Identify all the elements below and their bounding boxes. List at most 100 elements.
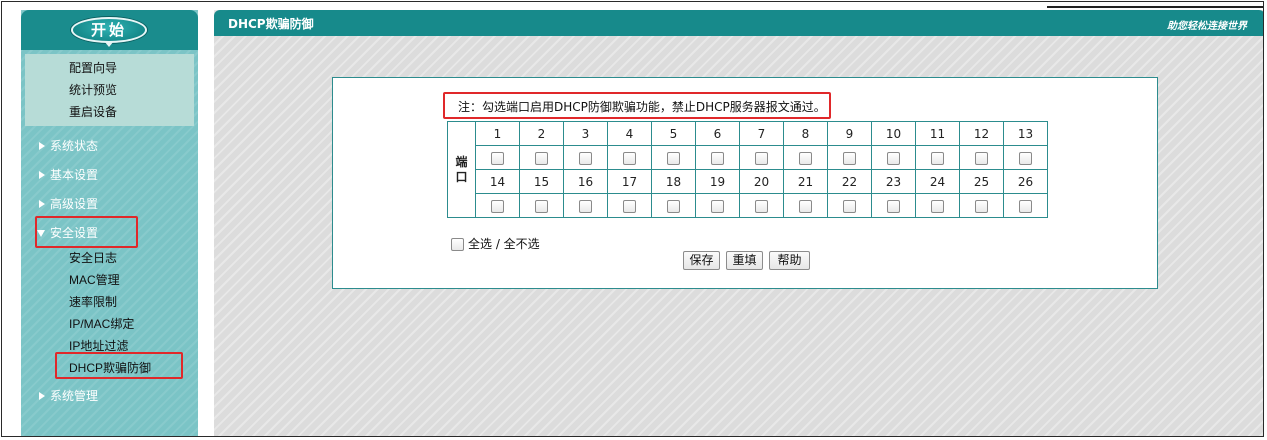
port-9-checkbox[interactable] bbox=[843, 151, 856, 165]
nav-item-status[interactable]: 系统状态 bbox=[39, 138, 98, 154]
port-checkbox-row bbox=[448, 145, 1048, 170]
select-all-label: 全选 / 全不选 bbox=[468, 237, 540, 251]
port-cell bbox=[871, 145, 916, 170]
expand-triangle-icon bbox=[39, 392, 45, 400]
nav-item-label: 高级设置 bbox=[50, 197, 99, 211]
port-number: 22 bbox=[827, 169, 872, 194]
nav-item-advanced[interactable]: 高级设置 bbox=[39, 196, 99, 212]
port-number: 6 bbox=[695, 121, 740, 146]
port-number: 19 bbox=[695, 169, 740, 194]
quick-item-reboot[interactable]: 重启设备 bbox=[69, 104, 117, 120]
nav-item-basic[interactable]: 基本设置 bbox=[39, 167, 99, 183]
settings-panel: 注：勾选端口启用DHCP防御欺骗功能，禁止DHCP服务器报文通过。 端口 1 2… bbox=[332, 77, 1158, 289]
port-18-checkbox[interactable] bbox=[667, 199, 680, 213]
highlight-box bbox=[55, 352, 183, 379]
save-button[interactable]: 保存 bbox=[683, 251, 720, 270]
sub-item-mac[interactable]: MAC管理 bbox=[69, 272, 120, 288]
port-14-checkbox[interactable] bbox=[491, 199, 504, 213]
port-cell bbox=[1003, 193, 1048, 218]
port-4-checkbox[interactable] bbox=[623, 151, 636, 165]
sidebar: 开始 配置向导 统计预览 重启设备 系统状态 基本设置 高级设置 安全设置 安全… bbox=[21, 10, 198, 436]
port-number: 5 bbox=[651, 121, 696, 146]
port-22-checkbox[interactable] bbox=[843, 199, 856, 213]
port-number: 25 bbox=[959, 169, 1004, 194]
port-cell bbox=[563, 145, 608, 170]
port-checkbox-row bbox=[448, 193, 1048, 218]
port-21-checkbox[interactable] bbox=[799, 199, 812, 213]
port-16-checkbox[interactable] bbox=[579, 199, 592, 213]
start-button[interactable]: 开始 bbox=[71, 17, 147, 43]
port-cell bbox=[651, 145, 696, 170]
port-number-row: 端口 1 2 3 4 5 6 7 8 9 10 11 12 13 bbox=[447, 121, 1048, 218]
quick-item-stats[interactable]: 统计预览 bbox=[69, 82, 117, 98]
port-cell bbox=[475, 193, 520, 218]
nav-item-system[interactable]: 系统管理 bbox=[39, 388, 99, 404]
main-header: DHCP欺骗防御 助您轻松连接世界 bbox=[214, 10, 1263, 36]
port-17-checkbox[interactable] bbox=[623, 199, 636, 213]
nav-item-label: 基本设置 bbox=[50, 168, 99, 182]
expand-triangle-icon bbox=[39, 171, 45, 179]
quick-menu: 配置向导 统计预览 重启设备 bbox=[25, 54, 194, 126]
port-23-checkbox[interactable] bbox=[887, 199, 900, 213]
port-15-checkbox[interactable] bbox=[535, 199, 548, 213]
sub-item-rate-limit[interactable]: 速率限制 bbox=[69, 294, 117, 310]
help-button[interactable]: 帮助 bbox=[769, 251, 810, 270]
port-number: 10 bbox=[871, 121, 916, 146]
port-cell bbox=[959, 145, 1004, 170]
highlight-box bbox=[443, 92, 831, 119]
port-cell bbox=[695, 193, 740, 218]
page-title: DHCP欺骗防御 bbox=[228, 17, 314, 31]
highlight-box bbox=[35, 216, 138, 248]
port-number: 12 bbox=[959, 121, 1004, 146]
port-number: 11 bbox=[915, 121, 960, 146]
port-number: 20 bbox=[739, 169, 784, 194]
main-content: DHCP欺骗防御 助您轻松连接世界 注：勾选端口启用DHCP防御欺骗功能，禁止D… bbox=[214, 10, 1263, 436]
port-number: 15 bbox=[519, 169, 564, 194]
port-cell bbox=[783, 193, 828, 218]
port-label-text: 端口 bbox=[455, 154, 468, 184]
port-cell bbox=[563, 193, 608, 218]
port-number: 26 bbox=[1003, 169, 1048, 194]
port-cell bbox=[475, 145, 520, 170]
port-cell bbox=[695, 145, 740, 170]
port-20-checkbox[interactable] bbox=[755, 199, 768, 213]
select-all-checkbox[interactable] bbox=[451, 238, 464, 251]
port-26-checkbox[interactable] bbox=[1019, 199, 1032, 213]
port-19-checkbox[interactable] bbox=[711, 199, 724, 213]
port-cell bbox=[915, 145, 960, 170]
sub-item-ip-mac-binding[interactable]: IP/MAC绑定 bbox=[69, 316, 134, 332]
port-number: 14 bbox=[475, 169, 520, 194]
port-number: 9 bbox=[827, 121, 872, 146]
port-7-checkbox[interactable] bbox=[755, 151, 768, 165]
port-6-checkbox[interactable] bbox=[711, 151, 724, 165]
expand-triangle-icon bbox=[39, 200, 45, 208]
port-13-checkbox[interactable] bbox=[1019, 151, 1032, 165]
port-11-checkbox[interactable] bbox=[931, 151, 944, 165]
port-number: 16 bbox=[563, 169, 608, 194]
port-label: 端口 bbox=[447, 121, 476, 218]
port-cell bbox=[607, 145, 652, 170]
quick-item-wizard[interactable]: 配置向导 bbox=[69, 60, 117, 76]
port-number: 8 bbox=[783, 121, 828, 146]
port-number: 3 bbox=[563, 121, 608, 146]
port-5-checkbox[interactable] bbox=[667, 151, 680, 165]
port-number: 4 bbox=[607, 121, 652, 146]
port-2-checkbox[interactable] bbox=[535, 151, 548, 165]
select-all-toggle[interactable]: 全选 / 全不选 bbox=[451, 235, 540, 252]
port-8-checkbox[interactable] bbox=[799, 151, 812, 165]
port-10-checkbox[interactable] bbox=[887, 151, 900, 165]
nav-item-label: 系统管理 bbox=[50, 389, 99, 403]
port-cell bbox=[827, 145, 872, 170]
port-cell bbox=[1003, 145, 1048, 170]
port-3-checkbox[interactable] bbox=[579, 151, 592, 165]
sub-item-security-log[interactable]: 安全日志 bbox=[69, 250, 117, 266]
port-24-checkbox[interactable] bbox=[931, 199, 944, 213]
port-number: 21 bbox=[783, 169, 828, 194]
port-1-checkbox[interactable] bbox=[491, 151, 504, 165]
port-12-checkbox[interactable] bbox=[975, 151, 988, 165]
port-25-checkbox[interactable] bbox=[975, 199, 988, 213]
port-cell bbox=[959, 193, 1004, 218]
start-arrow-icon bbox=[104, 41, 114, 47]
reset-button[interactable]: 重填 bbox=[726, 251, 763, 270]
port-number-row: 14 15 16 17 18 19 20 21 22 23 24 25 26 bbox=[448, 169, 1048, 194]
